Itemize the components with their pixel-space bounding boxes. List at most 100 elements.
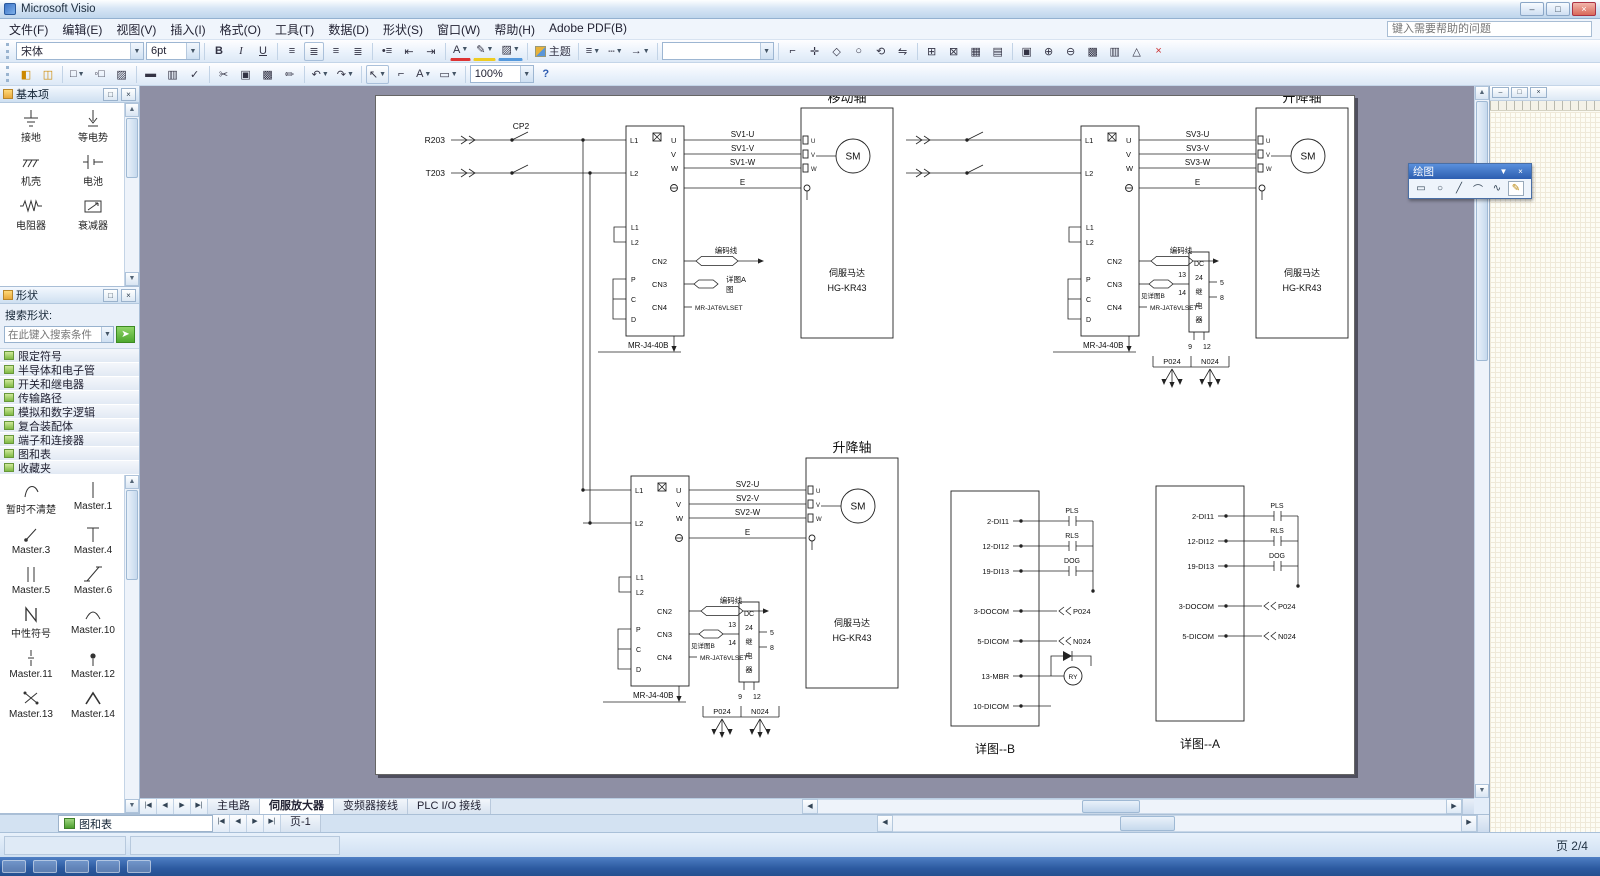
scrollbar-thumb[interactable] — [126, 490, 138, 580]
shape-operations-button[interactable]: ◇ — [827, 42, 847, 61]
connection-point-button[interactable]: ✛ — [805, 42, 825, 61]
stencil-category[interactable]: 半导体和电子管 — [0, 363, 139, 377]
stencil-category[interactable]: 开关和继电器 — [0, 377, 139, 391]
increase-indent-button[interactable]: ⇥ — [421, 42, 441, 61]
spelling-button[interactable]: ✓ — [185, 65, 205, 84]
ellipse-op-button[interactable]: ○ — [849, 42, 869, 61]
master-shape[interactable]: Master.5 — [0, 564, 62, 596]
maximize-button[interactable]: □ — [1546, 2, 1570, 16]
menu-item[interactable]: 格式(O) — [213, 19, 268, 40]
master-shape[interactable]: Master.11 — [0, 648, 62, 680]
master-shape[interactable]: Master.10 — [62, 604, 124, 640]
line-ends-button[interactable]: →▼ — [628, 42, 653, 61]
fill-color-button[interactable]: ▨▼ — [498, 42, 522, 61]
guides-button[interactable]: ▤ — [988, 42, 1008, 61]
scrollbar-thumb[interactable] — [1120, 816, 1175, 831]
last-page-button[interactable]: ▶| — [191, 799, 208, 814]
chevron-down-icon[interactable]: ▼ — [1497, 166, 1510, 178]
master-shape[interactable]: Master.3 — [0, 524, 62, 556]
stencil-shape[interactable]: 衰减器 — [62, 196, 124, 232]
panel-close-button[interactable]: × — [121, 88, 136, 101]
shapes-panel-header[interactable]: 形状 □ × — [0, 287, 139, 304]
stencil-category[interactable]: 传输路径 — [0, 391, 139, 405]
glue-button[interactable]: ⊠ — [944, 42, 964, 61]
paste-button[interactable]: ▩ — [258, 65, 278, 84]
stencil-shape[interactable]: 电池 — [62, 152, 124, 188]
menu-item[interactable]: 文件(F) — [2, 19, 55, 40]
freeform-tool-icon[interactable]: ∿ — [1489, 181, 1505, 196]
shape-search-input[interactable] — [5, 329, 101, 341]
open-button[interactable]: ◦□ — [90, 65, 110, 84]
stencil-shape[interactable]: 机壳 — [0, 152, 62, 188]
menu-item[interactable]: 工具(T) — [268, 19, 321, 40]
italic-button[interactable]: I — [231, 42, 251, 61]
stencil-category[interactable]: 图和表 — [0, 447, 139, 461]
stencil-category[interactable]: 端子和连接器 — [0, 433, 139, 447]
drawing-explorer-button[interactable]: △ — [1127, 42, 1147, 61]
scroll-up-icon[interactable]: ▲ — [125, 475, 139, 489]
scrollbar-thumb[interactable] — [126, 118, 138, 178]
basic-panel-scrollbar[interactable]: ▲ ▼ — [124, 103, 139, 286]
scroll-left-icon[interactable]: ◀ — [802, 799, 818, 814]
minimize-button[interactable]: – — [1520, 2, 1544, 16]
taskbar-item[interactable] — [33, 860, 57, 873]
menu-item[interactable]: Adobe PDF(B) — [542, 19, 634, 40]
drawing-toolbar-header[interactable]: 绘图 ▼ × — [1409, 164, 1531, 179]
menu-item[interactable]: 形状(S) — [376, 19, 430, 40]
page-tab[interactable]: 伺服放大器 — [260, 799, 334, 814]
drawing-tools-button[interactable]: ▭▼ — [436, 65, 460, 84]
pointer-tool-button[interactable]: ↖▼ — [366, 65, 389, 84]
redo-button[interactable]: ↷▼ — [334, 65, 357, 84]
pane-splitter[interactable] — [1462, 799, 1474, 814]
menu-item[interactable]: 帮助(H) — [487, 19, 542, 40]
menu-item[interactable]: 编辑(E) — [55, 19, 109, 40]
search-go-button[interactable]: ➤ — [116, 326, 135, 343]
previous-page-button[interactable]: ◀ — [230, 815, 247, 832]
child-window-tab[interactable]: 图和表 — [58, 815, 213, 832]
menu-item[interactable]: 插入(I) — [163, 19, 212, 40]
master-shape[interactable]: Master.1 — [62, 480, 124, 516]
rectangle-tool-icon[interactable]: ▭ — [1413, 181, 1429, 196]
child-restore-button[interactable]: □ — [1511, 87, 1528, 98]
first-page-button[interactable]: |◀ — [140, 799, 157, 814]
font-family-combo[interactable]: 宋体▼ — [16, 42, 144, 60]
panel-float-button[interactable]: □ — [103, 289, 118, 302]
master-shape[interactable]: Master.6 — [62, 564, 124, 596]
master-shape[interactable]: Master.13 — [0, 688, 62, 720]
master-shape[interactable]: Master.14 — [62, 688, 124, 720]
taskbar-item[interactable] — [127, 860, 151, 873]
align-justify-button[interactable]: ≣ — [348, 42, 368, 61]
master-shape[interactable]: 中性符号 — [0, 604, 62, 640]
scrollbar-thumb[interactable] — [1082, 800, 1140, 813]
child-page-tab[interactable]: 页-1 — [281, 815, 321, 832]
stencil-tool-button[interactable]: ◧ — [16, 65, 36, 84]
menu-item[interactable]: 视图(V) — [109, 19, 163, 40]
print-button[interactable]: ▬ — [141, 65, 161, 84]
scrollbar-thumb[interactable] — [1476, 101, 1488, 361]
previous-page-button[interactable]: ◀ — [157, 799, 174, 814]
stencil-category[interactable]: 复合装配体 — [0, 419, 139, 433]
servo-amplifier-circuit[interactable]: L1L2L1L2PCDUVWSV2-USV2-VSV2-WE升降轴UVWSM伺服… — [583, 440, 898, 738]
shapes-window-button[interactable]: ◫ — [38, 65, 58, 84]
chevron-down-icon[interactable]: ▼ — [101, 327, 113, 342]
undo-button[interactable]: ↶▼ — [309, 65, 332, 84]
pan-window-button[interactable]: ▩ — [1083, 42, 1103, 61]
text-color-button[interactable]: A▼ — [450, 42, 471, 61]
stencil-category[interactable]: 模拟和数字逻辑 — [0, 405, 139, 419]
scroll-left-icon[interactable]: ◀ — [877, 815, 893, 832]
stencil-shape[interactable]: 电阻器 — [0, 196, 62, 232]
zoom-combo[interactable]: 100%▼ — [470, 65, 534, 83]
align-right-button[interactable]: ≡ — [326, 42, 346, 61]
zoom-out-button[interactable]: ⊖ — [1061, 42, 1081, 61]
grid-button[interactable]: ▦ — [966, 42, 986, 61]
child-close-button[interactable]: × — [1530, 87, 1547, 98]
line-weight-button[interactable]: ≡▼ — [583, 42, 603, 61]
bullets-button[interactable]: •≡ — [377, 42, 397, 61]
scroll-up-icon[interactable]: ▲ — [125, 103, 139, 117]
page-tab[interactable]: 变频器接线 — [334, 799, 408, 814]
stencil-shape[interactable]: 等电势 — [62, 108, 124, 144]
arc-tool-icon[interactable]: ⌒ — [1470, 181, 1486, 196]
scroll-down-icon[interactable]: ▼ — [125, 799, 139, 813]
toolbar-grip[interactable] — [6, 43, 11, 59]
close-icon[interactable]: × — [1514, 166, 1527, 178]
